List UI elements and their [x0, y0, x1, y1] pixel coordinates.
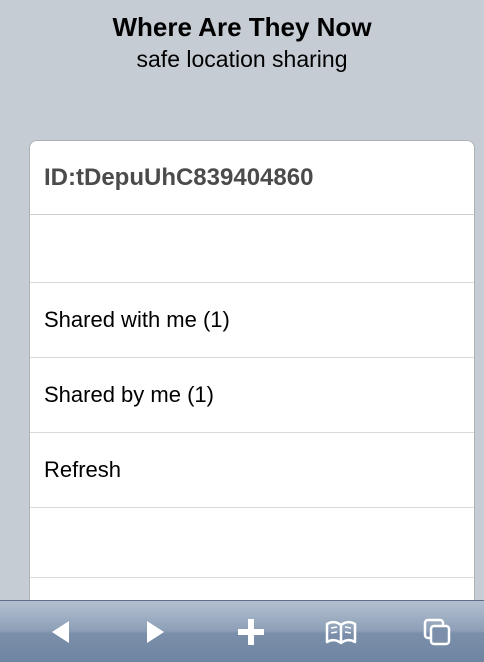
refresh-item[interactable]: Refresh	[30, 433, 474, 508]
app-screen: Where Are They Now safe location sharing…	[0, 0, 484, 662]
app-header: Where Are They Now safe location sharing	[0, 10, 484, 74]
user-id-label: ID:tDepuUhC839404860	[30, 141, 474, 215]
app-title: Where Are They Now	[112, 12, 372, 42]
bookmarks-button[interactable]	[323, 615, 359, 649]
pages-button[interactable]	[419, 615, 455, 649]
menu-list: ID:tDepuUhC839404860 Shared with me (1) …	[29, 140, 475, 601]
empty-row	[30, 508, 474, 578]
empty-row	[30, 215, 474, 283]
shared-with-me-item[interactable]: Shared with me (1)	[30, 283, 474, 358]
shared-by-me-item[interactable]: Shared by me (1)	[30, 358, 474, 433]
browser-toolbar	[0, 600, 484, 662]
forward-button[interactable]	[137, 615, 173, 649]
pages-icon	[423, 618, 451, 646]
back-button[interactable]	[43, 615, 79, 649]
bookmarks-icon	[325, 620, 357, 645]
add-icon	[238, 619, 264, 645]
add-bookmark-button[interactable]	[233, 615, 269, 649]
app-subtitle: safe location sharing	[136, 46, 348, 72]
back-arrow-icon	[52, 621, 69, 643]
forward-arrow-icon	[147, 621, 164, 643]
